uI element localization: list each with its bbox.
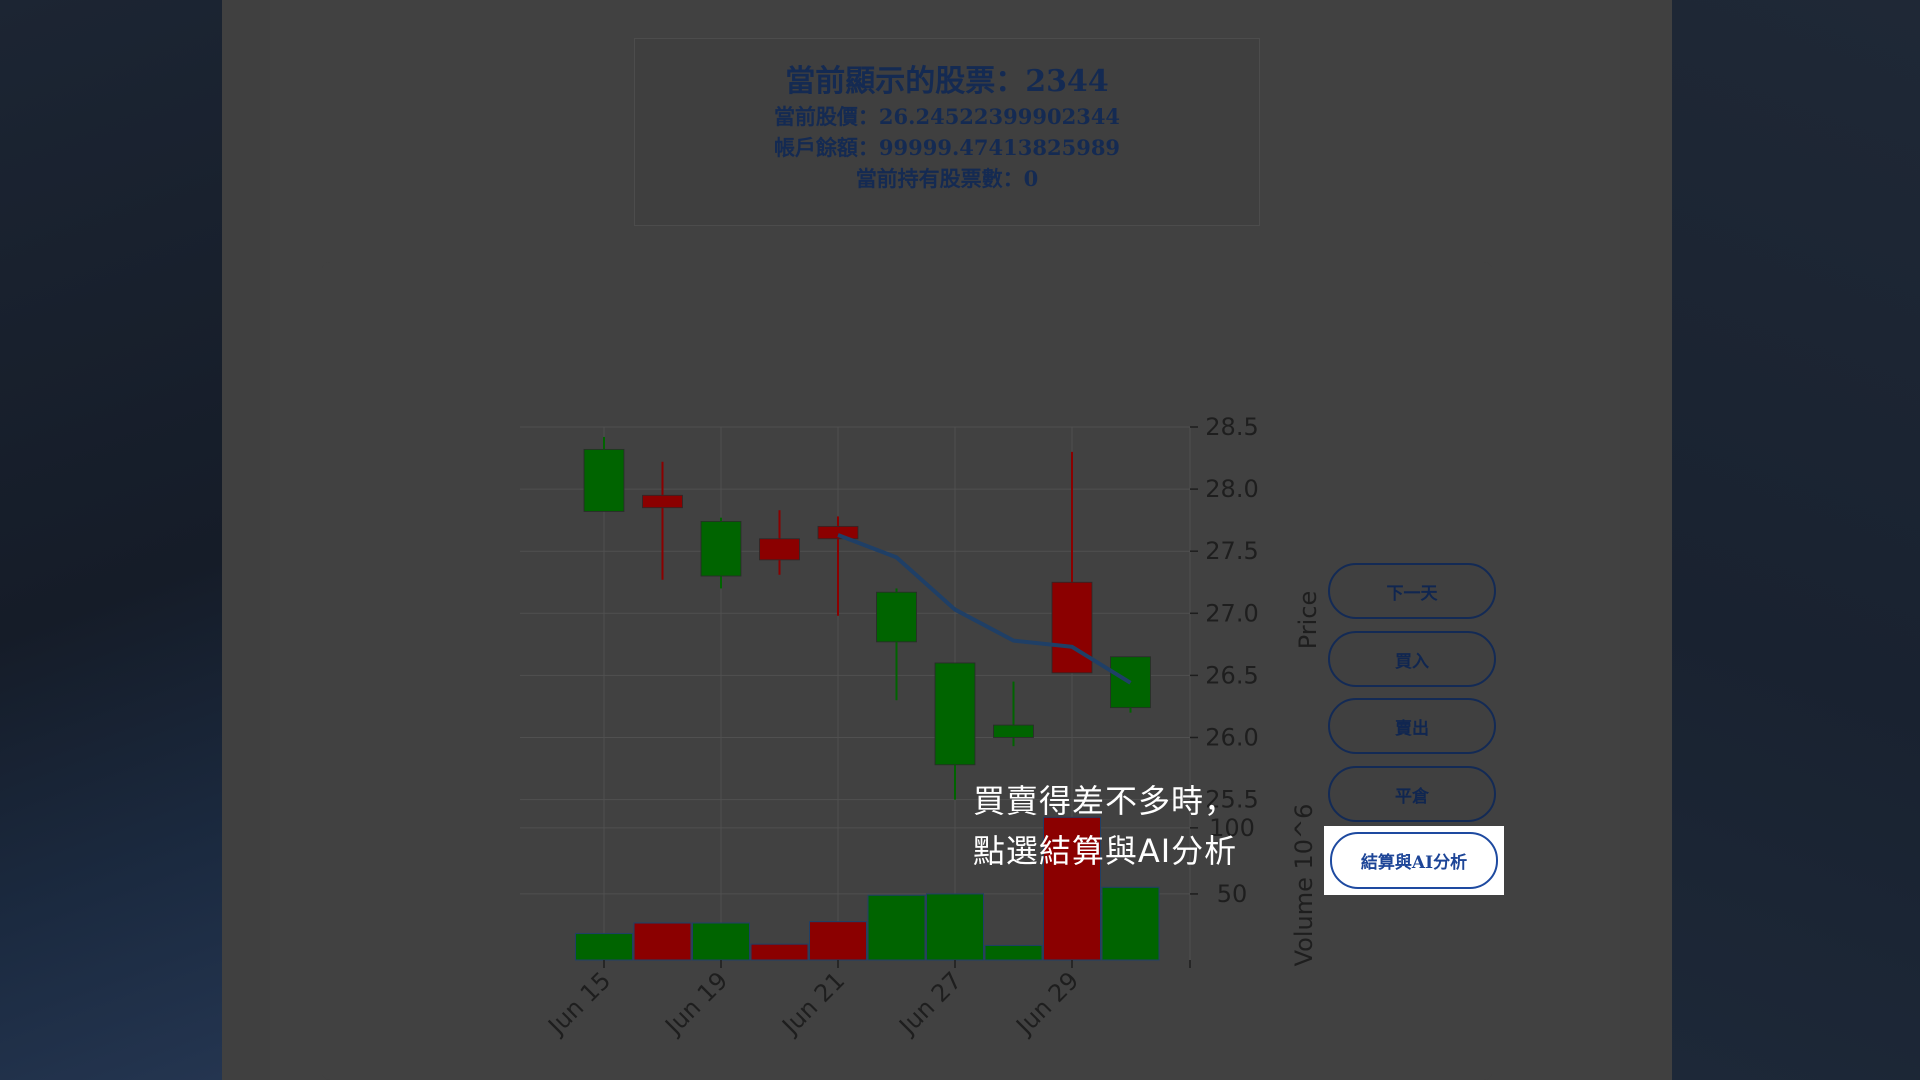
price-tick-label: 27.0 [1205, 599, 1258, 627]
price-tick-label: 26.0 [1205, 723, 1258, 751]
candle-body [934, 662, 976, 766]
volume-bar [1101, 886, 1160, 961]
settle-ai-analysis-button[interactable]: 結算與AI分析 [1330, 832, 1498, 889]
candle-body [759, 538, 800, 561]
volume-axis-label: Volume 10^6 [1290, 804, 1318, 967]
highlight-frame: 結算與AI分析 [1324, 826, 1504, 895]
candle-body [876, 591, 917, 643]
candlestick-chart: 28.528.027.527.026.526.025.510050Jun 15 J… [520, 413, 1322, 1041]
time-tick-label: Jun 19 [659, 966, 734, 1041]
candle-body [700, 520, 742, 577]
tutorial-caption: 買賣得差不多時， 點選結算與AI分析 [940, 776, 1270, 876]
caption-line-2: 點選結算與AI分析 [972, 832, 1238, 870]
volume-bar [575, 933, 633, 961]
time-tick-label: Jun 27 [893, 966, 968, 1041]
candle-body [1051, 581, 1093, 674]
volume-bar [633, 922, 692, 961]
sell-button[interactable]: 賣出 [1328, 698, 1496, 754]
volume-tick-label: 50 [1217, 880, 1248, 908]
caption-line-1: 買賣得差不多時， [972, 782, 1237, 820]
volume-bar [867, 894, 926, 961]
price-axis-label: Price [1294, 591, 1322, 650]
price-tick-label: 28.5 [1205, 413, 1258, 441]
price-tick-label: 28.0 [1205, 475, 1258, 503]
price-tick-label: 27.5 [1205, 537, 1258, 565]
volume-bar [926, 893, 984, 961]
candle-body [642, 494, 683, 509]
price-panel [583, 436, 1151, 800]
candle-body [583, 448, 625, 512]
volume-bar [750, 943, 809, 961]
time-tick-label: Jun 21 [776, 966, 851, 1041]
volume-bar [692, 922, 750, 961]
time-tick-label: Jun 29 [1010, 966, 1085, 1041]
volume-bar [984, 944, 1043, 961]
time-tick-label: Jun 15 [542, 966, 617, 1041]
volume-bar [809, 921, 867, 961]
candle-body [993, 724, 1034, 738]
close-position-button[interactable]: 平倉 [1328, 766, 1496, 822]
buy-button[interactable]: 買入 [1328, 631, 1496, 687]
next-day-button[interactable]: 下一天 [1328, 563, 1496, 619]
price-tick-label: 26.5 [1205, 661, 1258, 689]
